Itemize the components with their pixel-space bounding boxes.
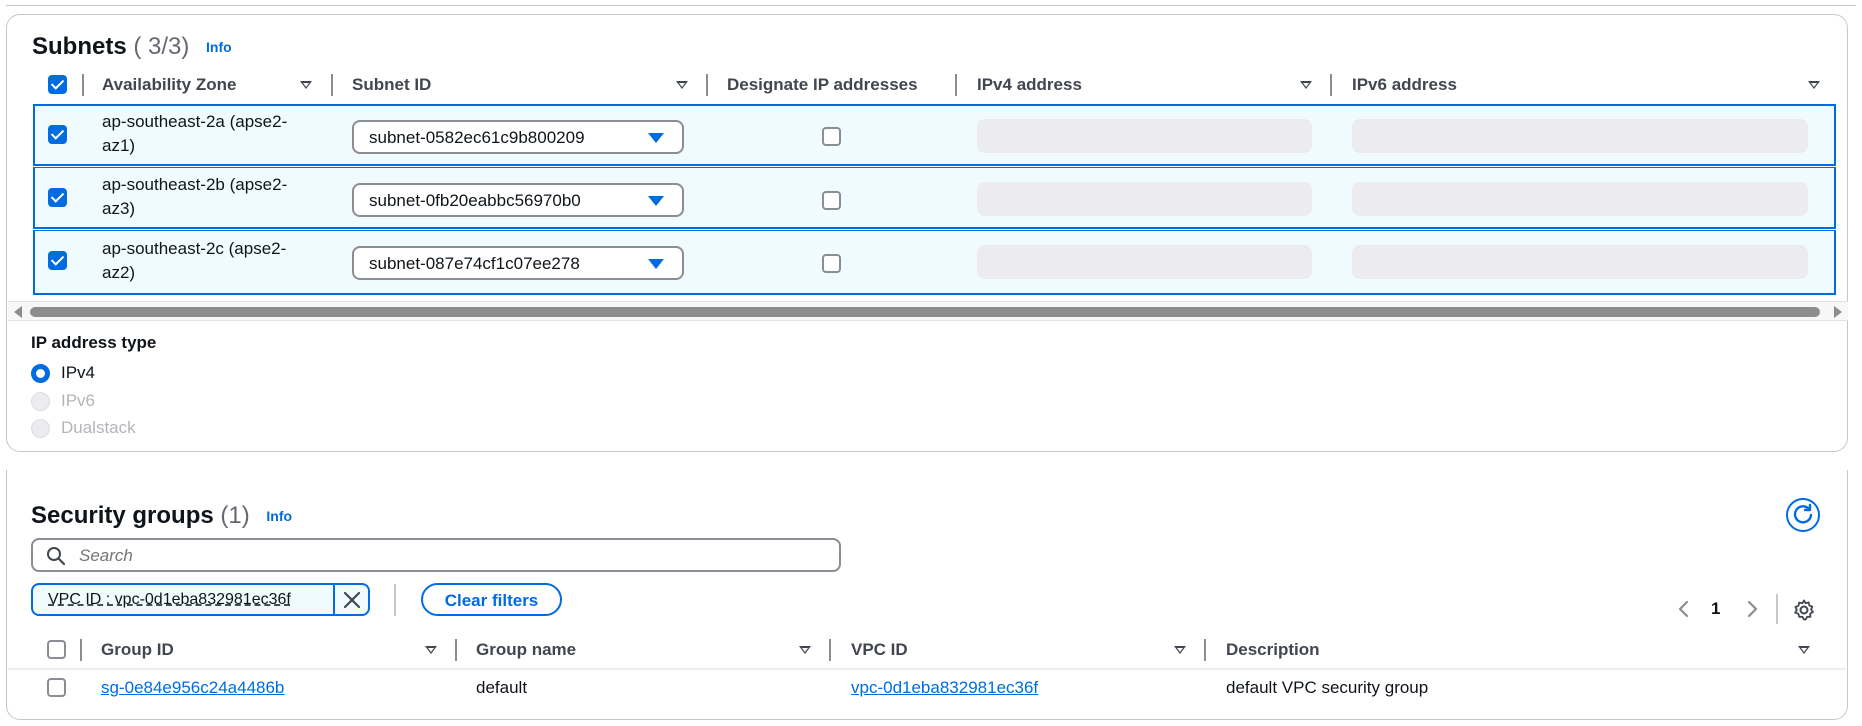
subnet-id-value: subnet-0582ec61c9b800209	[369, 128, 585, 147]
column-separator	[82, 74, 84, 96]
ipv4-address-field	[977, 245, 1312, 279]
radio-ipv6	[31, 392, 50, 411]
remove-filter-icon[interactable]	[343, 591, 361, 609]
col-availability-zone[interactable]: Availability Zone	[102, 75, 236, 95]
col-description[interactable]: Description	[1226, 640, 1320, 660]
subnets-count: ( 3/3)	[133, 33, 190, 60]
sort-caret-icon[interactable]	[799, 646, 811, 654]
row-checkbox[interactable]	[48, 125, 67, 144]
column-separator[interactable]	[706, 74, 708, 96]
col-vpc-id[interactable]: VPC ID	[851, 640, 908, 660]
search-icon	[47, 547, 66, 566]
sort-caret-icon[interactable]	[676, 81, 688, 89]
availability-zone-cell: ap-southeast-2a (apse2-az1)	[102, 112, 288, 155]
subnets-heading: Subnets ( 3/3) Info	[32, 33, 232, 61]
select-all-subnets-checkbox[interactable]	[48, 75, 67, 94]
description-cell: default VPC security group	[1226, 678, 1429, 697]
horizontal-scrollbar[interactable]	[8, 301, 1848, 321]
column-separator[interactable]	[829, 639, 831, 661]
search-box[interactable]	[31, 538, 841, 572]
radio-dualstack	[31, 419, 50, 438]
ipv4-address-field	[977, 119, 1312, 153]
availability-zone-cell: ap-southeast-2c (apse2-az2)	[102, 239, 287, 282]
subnets-info-link[interactable]: Info	[206, 39, 232, 55]
filter-token[interactable]: VPC ID : vpc-0d1eba832981ec36f	[31, 583, 370, 616]
subnet-id-select[interactable]: subnet-087e74cf1c07ee278	[352, 246, 684, 280]
caret-down-icon	[648, 196, 664, 206]
security-groups-title: Security groups	[31, 502, 214, 529]
refresh-button[interactable]	[1786, 498, 1820, 532]
subnet-id-select[interactable]: subnet-0582ec61c9b800209	[352, 120, 684, 154]
radio-dualstack-label: Dualstack	[61, 418, 136, 437]
settings-gear-icon[interactable]	[1792, 598, 1816, 622]
sort-caret-icon[interactable]	[1808, 81, 1820, 89]
column-separator[interactable]	[1204, 639, 1206, 661]
row-checkbox[interactable]	[48, 188, 67, 207]
row-checkbox[interactable]	[48, 251, 67, 270]
sort-caret-icon[interactable]	[1174, 646, 1186, 654]
radio-ipv6-label: IPv6	[61, 391, 96, 410]
subnets-title: Subnets	[32, 33, 127, 60]
column-separator	[80, 639, 82, 661]
col-group-id[interactable]: Group ID	[101, 640, 174, 660]
sort-caret-icon[interactable]	[425, 646, 437, 654]
clear-filters-label: Clear filters	[444, 591, 539, 610]
col-designate-ip[interactable]: Designate IP addresses	[727, 75, 918, 95]
ipv6-address-field	[1352, 182, 1808, 216]
next-page-icon[interactable]	[1746, 599, 1760, 619]
filter-token-divider	[333, 585, 335, 614]
radio-ipv4-label[interactable]: IPv4	[61, 363, 95, 383]
col-ipv4-address[interactable]: IPv4 address	[977, 75, 1082, 95]
previous-page-icon[interactable]	[1676, 599, 1690, 619]
sort-caret-icon[interactable]	[300, 81, 312, 89]
ipv6-address-field	[1352, 119, 1808, 153]
col-subnet-id[interactable]: Subnet ID	[352, 75, 431, 95]
designate-ip-checkbox[interactable]	[822, 191, 841, 210]
column-separator[interactable]	[331, 74, 333, 96]
designate-ip-checkbox[interactable]	[822, 254, 841, 273]
clear-filters-button[interactable]: Clear filters	[421, 583, 562, 616]
scroll-right-icon[interactable]	[1834, 306, 1842, 318]
column-separator[interactable]	[1330, 74, 1332, 96]
caret-down-icon	[648, 133, 664, 143]
filter-separator	[394, 584, 396, 616]
col-ipv6-address[interactable]: IPv6 address	[1352, 75, 1457, 95]
scroll-left-icon[interactable]	[14, 306, 22, 318]
subnet-id-value: subnet-087e74cf1c07ee278	[369, 254, 580, 273]
security-groups-info-link[interactable]: Info	[266, 508, 292, 524]
ip-address-type-label: IP address type	[31, 333, 157, 352]
refresh-icon	[1793, 503, 1813, 524]
radio-ipv4[interactable]	[31, 364, 50, 383]
col-group-name[interactable]: Group name	[476, 640, 576, 660]
security-groups-count: (1)	[220, 502, 250, 529]
sort-caret-icon[interactable]	[1300, 81, 1312, 89]
column-separator[interactable]	[955, 74, 957, 96]
availability-zone-cell: ap-southeast-2b (apse2-az3)	[102, 175, 288, 218]
select-all-security-groups-checkbox[interactable]	[47, 640, 66, 659]
subnet-id-select[interactable]: subnet-0fb20eabbc56970b0	[352, 183, 684, 217]
pagination-separator	[1776, 594, 1778, 624]
row-checkbox[interactable]	[47, 678, 66, 697]
group-name-cell: default	[476, 678, 528, 697]
top-divider	[6, 5, 1856, 6]
designate-ip-checkbox[interactable]	[822, 127, 841, 146]
column-separator[interactable]	[455, 639, 457, 661]
table-header-divider	[8, 668, 1846, 671]
vpc-id-link[interactable]: vpc-0d1eba832981ec36f	[851, 678, 1038, 698]
ipv4-address-field	[977, 182, 1312, 216]
security-groups-heading: Security groups (1) Info	[31, 502, 292, 530]
ipv6-address-field	[1352, 245, 1808, 279]
filter-token-label: VPC ID : vpc-0d1eba832981ec36f	[48, 591, 291, 608]
subnet-id-value: subnet-0fb20eabbc56970b0	[369, 191, 581, 210]
sort-caret-icon[interactable]	[1798, 646, 1810, 654]
current-page-number[interactable]: 1	[1711, 599, 1720, 619]
scrollbar-thumb[interactable]	[30, 307, 1820, 317]
caret-down-icon	[648, 259, 664, 269]
group-id-link[interactable]: sg-0e84e956c24a4486b	[101, 678, 284, 698]
search-input[interactable]	[77, 543, 831, 569]
